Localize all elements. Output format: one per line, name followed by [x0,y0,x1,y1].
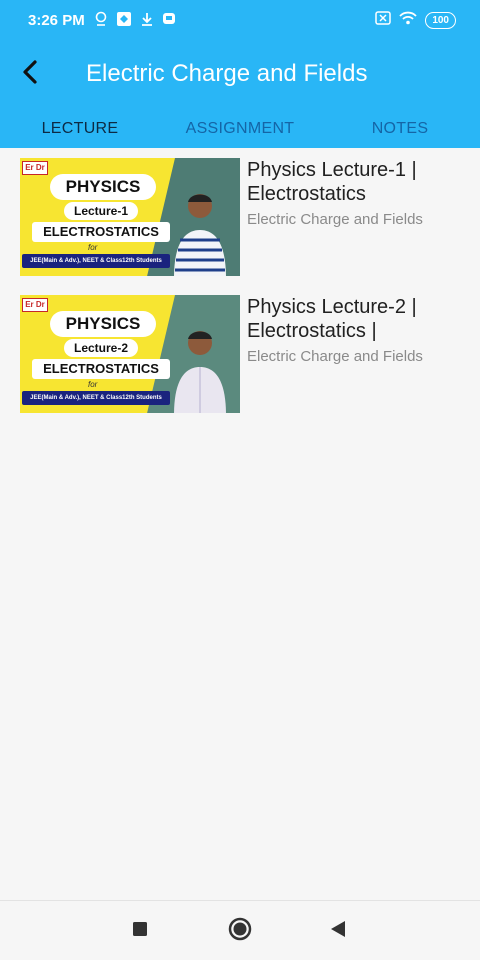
tab-assignment[interactable]: ASSIGNMENT [160,110,320,148]
thumbnail-lecture: Lecture-2 [64,339,138,357]
instructor-figure [174,331,226,413]
lecture-list-item[interactable]: Er Dr PHYSICS Lecture-1 ELECTROSTATICS f… [0,148,480,285]
sim-off-icon [375,11,392,30]
thumbnail-for: for [88,380,98,389]
brand-logo: Er Dr [22,161,48,175]
battery-indicator: 100 [425,12,456,29]
lecture-subtitle: Electric Charge and Fields [247,348,423,365]
system-nav-bar [0,900,480,960]
download-icon [140,11,154,32]
thumbnail-topic: ELECTROSTATICS [32,222,170,242]
thumbnail-subject: PHYSICS [50,311,156,337]
app-notification-icon [116,11,132,32]
back-button[interactable] [12,56,48,92]
lecture-list: Er Dr PHYSICS Lecture-1 ELECTROSTATICS f… [0,148,480,422]
brand-logo: Er Dr [22,298,48,312]
tab-bar: LECTURE ASSIGNMENT NOTES [0,110,480,148]
page-title: Electric Charge and Fields [86,60,368,87]
instructor-figure [174,194,226,276]
chat-icon [162,12,176,31]
status-time: 3:26 PM [28,12,85,29]
lecture-title: Physics Lecture-1 | Electrostatics [247,159,417,205]
app-bar: Electric Charge and Fields [0,40,480,110]
back-triangle-icon [329,920,347,943]
tab-notes[interactable]: NOTES [320,110,480,148]
location-icon [94,11,108,32]
thumbnail-for: for [88,243,98,252]
recents-button[interactable] [128,919,152,943]
status-icons-right: 100 [375,11,456,30]
home-button[interactable] [228,917,252,946]
wifi-icon [399,11,417,30]
recents-square-icon [132,921,148,942]
thumbnail-audience: JEE(Main & Adv.), NEET & Class12th Stude… [22,391,170,405]
status-icons-left [94,11,176,32]
lecture-subtitle: Electric Charge and Fields [247,211,423,228]
thumbnail-audience: JEE(Main & Adv.), NEET & Class12th Stude… [22,254,170,268]
lecture-list-item[interactable]: Er Dr PHYSICS Lecture-2 ELECTROSTATICS f… [0,285,480,422]
tab-lecture[interactable]: LECTURE [0,110,160,148]
home-circle-icon [228,917,252,946]
lecture-thumbnail[interactable]: Er Dr PHYSICS Lecture-1 ELECTROSTATICS f… [20,158,240,276]
nav-back-button[interactable] [326,919,350,943]
status-bar: 3:26 PM 100 [0,0,480,40]
thumbnail-lecture: Lecture-1 [64,202,138,220]
lecture-title: Physics Lecture-2 | Electrostatics | [247,296,417,342]
lecture-thumbnail[interactable]: Er Dr PHYSICS Lecture-2 ELECTROSTATICS f… [20,295,240,413]
thumbnail-subject: PHYSICS [50,174,156,200]
back-arrow-icon [21,59,39,90]
thumbnail-topic: ELECTROSTATICS [32,359,170,379]
